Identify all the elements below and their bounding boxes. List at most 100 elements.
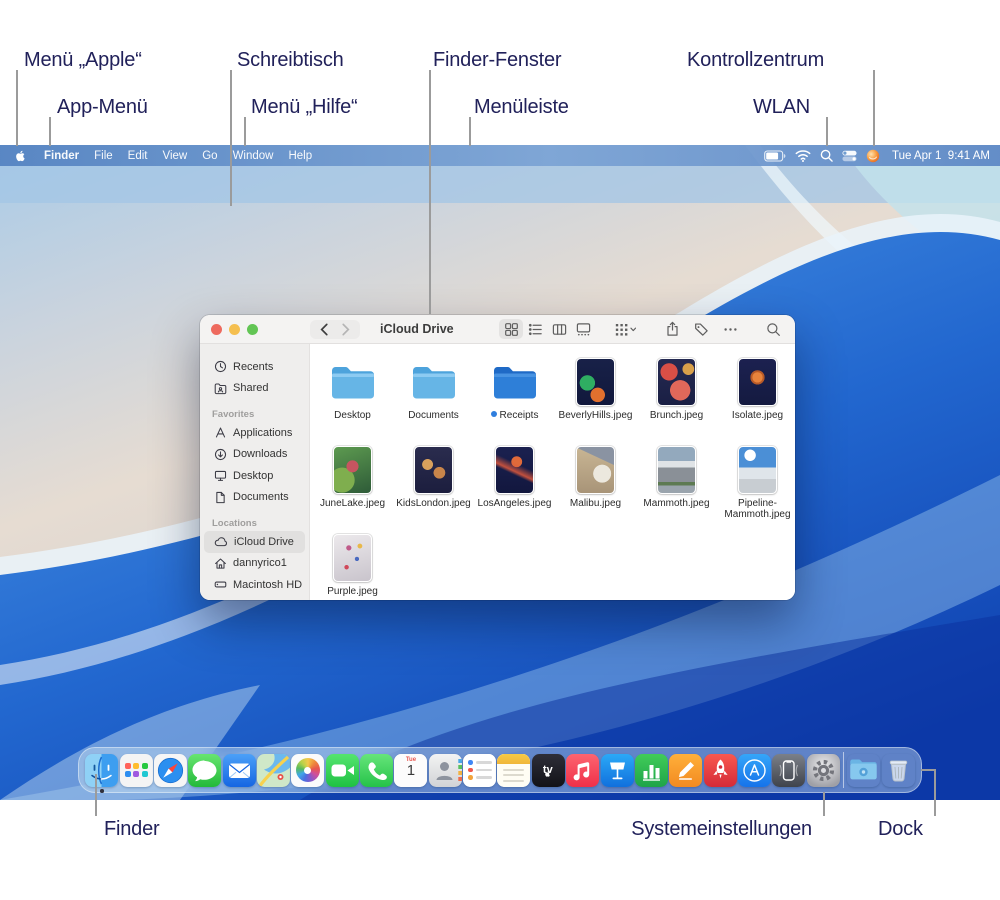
sidebar-item-shared[interactable]: Shared — [204, 378, 305, 400]
menu-go[interactable]: Go — [202, 150, 217, 162]
list-view-button[interactable] — [523, 319, 547, 339]
file-junelake-jpeg[interactable]: JuneLake.jpeg — [313, 446, 393, 534]
gallery-view-button[interactable] — [571, 319, 595, 339]
hdd-icon — [214, 578, 227, 591]
menu-finder[interactable]: Finder — [44, 150, 79, 162]
file-mammoth-jpeg[interactable]: Mammoth.jpeg — [637, 446, 717, 534]
dock-item-games[interactable] — [704, 754, 737, 787]
sidebar-item-label: Shared — [233, 382, 268, 394]
file-label: Receipts — [491, 410, 539, 421]
messages-icon — [188, 754, 221, 787]
dock-item-reminders[interactable] — [463, 754, 496, 787]
sidebar-item-desktop[interactable]: Desktop — [204, 465, 305, 487]
dock-item-launchpad[interactable] — [120, 754, 153, 787]
sidebar-item-dannyrico1[interactable]: dannyrico1 — [204, 553, 305, 575]
image-thumbnail — [576, 358, 615, 406]
group-by-button[interactable] — [609, 319, 641, 339]
column-view-button[interactable] — [547, 319, 571, 339]
file-label: Desktop — [334, 410, 371, 421]
menu-bar-clock[interactable]: Tue Apr 1 9:41 AM — [892, 150, 990, 162]
finder-sidebar: RecentsSharedFavoritesApplicationsDownlo… — [200, 344, 310, 600]
back-button[interactable] — [319, 323, 329, 336]
file-losangeles-jpeg[interactable]: LosAngeles.jpeg — [475, 446, 555, 534]
dock-item-system-settings[interactable] — [807, 754, 840, 787]
sidebar-item-applications[interactable]: Applications — [204, 422, 305, 444]
dock-item-tv[interactable]: tv — [532, 754, 565, 787]
image-thumbnail — [414, 446, 453, 494]
battery-icon[interactable] — [764, 150, 786, 162]
file-isolate-jpeg[interactable]: Isolate.jpeg — [718, 358, 796, 446]
folder-icon — [492, 363, 538, 401]
siri-icon[interactable] — [866, 149, 880, 163]
sidebar-item-documents[interactable]: Documents — [204, 487, 305, 509]
file-beverlyhills-jpeg[interactable]: BeverlyHills.jpeg — [556, 358, 636, 446]
dock-item-folder[interactable] — [847, 754, 880, 787]
file-pipeline-mammoth-jpeg[interactable]: Pipeline-Mammoth.jpeg — [718, 446, 796, 534]
file-receipts[interactable]: Receipts — [475, 358, 555, 446]
folder-icon — [847, 754, 880, 787]
dock-item-calendar[interactable]: Tue1 — [394, 754, 427, 787]
dock-item-keynote[interactable] — [601, 754, 634, 787]
app-store-icon — [738, 754, 771, 787]
phone-icon — [360, 754, 393, 787]
wifi-icon[interactable] — [795, 149, 811, 162]
dock-item-photos[interactable] — [291, 754, 324, 787]
file-purple-jpeg[interactable]: Purple.jpeg — [313, 534, 393, 600]
dock-item-messages[interactable] — [188, 754, 221, 787]
dock-item-iphone-mirroring[interactable] — [772, 754, 805, 787]
dock-item-app-store[interactable] — [738, 754, 771, 787]
dock-item-music[interactable] — [566, 754, 599, 787]
control-center-icon[interactable] — [842, 150, 857, 162]
image-thumbnail — [657, 446, 696, 494]
sidebar-item-macintosh-hd[interactable]: Macintosh HD — [204, 574, 305, 596]
tags-button[interactable] — [689, 319, 713, 339]
dock-item-mail[interactable] — [223, 754, 256, 787]
sidebar-item-downloads[interactable]: Downloads — [204, 444, 305, 466]
finder-toolbar — [499, 319, 785, 339]
dock-item-pages[interactable] — [669, 754, 702, 787]
menu-file[interactable]: File — [94, 150, 113, 162]
window-title: iCloud Drive — [380, 322, 454, 336]
sidebar-item-test[interactable]: Test — [204, 596, 305, 601]
search-button[interactable] — [761, 319, 785, 339]
file-malibu-jpeg[interactable]: Malibu.jpeg — [556, 446, 636, 534]
file-brunch-jpeg[interactable]: Brunch.jpeg — [637, 358, 717, 446]
dock-item-numbers[interactable] — [635, 754, 668, 787]
dock-item-safari[interactable] — [154, 754, 187, 787]
reminders-icon — [463, 754, 496, 787]
file-documents[interactable]: Documents — [394, 358, 474, 446]
menu-edit[interactable]: Edit — [128, 150, 148, 162]
menu-window[interactable]: Window — [233, 150, 274, 162]
icon-view-button[interactable] — [499, 319, 523, 339]
share-button[interactable] — [660, 319, 684, 339]
dock-item-maps[interactable] — [257, 754, 290, 787]
spotlight-icon[interactable] — [820, 149, 833, 162]
file-desktop[interactable]: Desktop — [313, 358, 393, 446]
dock-item-notes[interactable] — [497, 754, 530, 787]
sidebar-item-icloud-drive[interactable]: iCloud Drive — [204, 531, 305, 553]
dock-item-phone[interactable] — [360, 754, 393, 787]
dock-item-facetime[interactable] — [326, 754, 359, 787]
dock-item-trash[interactable] — [882, 754, 915, 787]
menu-view[interactable]: View — [163, 150, 188, 162]
minimize-button[interactable] — [229, 324, 240, 335]
dock-item-finder[interactable] — [85, 754, 118, 787]
apple-menu[interactable] — [14, 149, 27, 163]
sidebar-item-recents[interactable]: Recents — [204, 356, 305, 378]
image-thumbnail — [495, 446, 534, 494]
menu-help[interactable]: Help — [288, 150, 312, 162]
zoom-button[interactable] — [247, 324, 258, 335]
forward-button[interactable] — [341, 323, 351, 336]
running-indicator — [100, 789, 104, 793]
file-kidslondon-jpeg[interactable]: KidsLondon.jpeg — [394, 446, 474, 534]
dock-item-contacts[interactable] — [429, 754, 462, 787]
close-button[interactable] — [211, 324, 222, 335]
desktop[interactable]: Finder File Edit View Go Window Help Tue Apr 1… — [0, 145, 1000, 800]
desktop-icon — [214, 469, 227, 482]
finder-titlebar[interactable]: iCloud Drive — [200, 315, 795, 344]
clock-icon — [214, 360, 227, 373]
app-menus: Finder File Edit View Go Window Help — [44, 150, 312, 162]
more-button[interactable] — [718, 319, 742, 339]
status-icons — [764, 149, 880, 163]
photos-icon — [291, 754, 324, 787]
